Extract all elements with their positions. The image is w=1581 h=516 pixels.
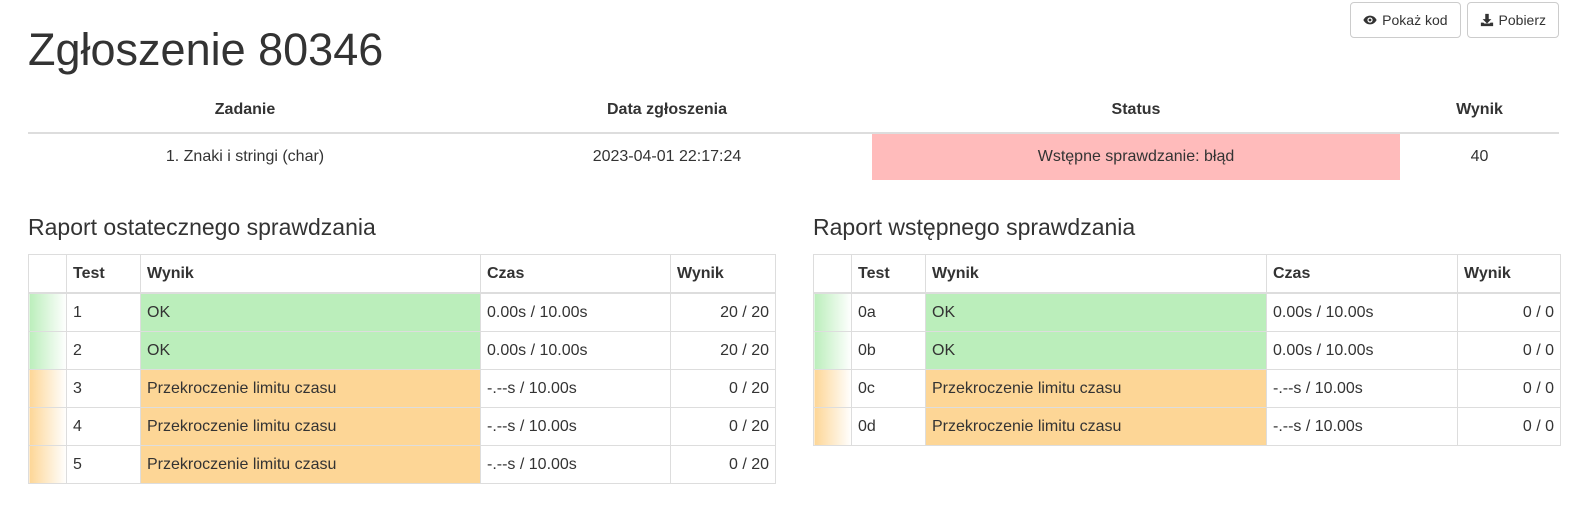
test-time: 0.00s / 10.00s (1266, 331, 1458, 370)
test-id: 5 (66, 445, 141, 484)
header-points: Wynik (1457, 254, 1561, 294)
test-row: 0a OK 0.00s / 10.00s 0 / 0 (813, 292, 1561, 332)
header-result: Wynik (925, 254, 1267, 294)
test-id: 0a (851, 292, 926, 332)
test-score: 0 / 20 (670, 407, 776, 446)
test-row: 0d Przekroczenie limitu czasu -.--s / 10.0… (813, 407, 1561, 446)
test-time: -.--s / 10.00s (1266, 407, 1458, 446)
test-result: OK (140, 331, 481, 370)
test-result: OK (925, 331, 1267, 370)
submission-summary-table: Zadanie Data zgłoszenia Status Wynik 1. … (28, 88, 1559, 180)
test-score: 20 / 20 (670, 331, 776, 370)
header-indicator (813, 254, 852, 294)
page-title: Zgłoszenie 80346 (28, 24, 384, 75)
header-time: Czas (1266, 254, 1458, 294)
test-row: 0b OK 0.00s / 10.00s 0 / 0 (813, 331, 1561, 370)
header-status: Status (872, 88, 1400, 134)
test-time: -.--s / 10.00s (480, 445, 671, 484)
header-test: Test (66, 254, 141, 294)
status-indicator (813, 407, 852, 446)
test-result: Przekroczenie limitu czasu (925, 407, 1267, 446)
test-result: OK (140, 292, 481, 332)
test-id: 0d (851, 407, 926, 446)
test-id: 3 (66, 369, 141, 408)
task-name: 1. Znaki i stringi (char) (28, 132, 462, 180)
status-indicator (28, 369, 67, 408)
header-score: Wynik (1400, 88, 1559, 134)
test-row: 0c Przekroczenie limitu czasu -.--s / 10.0… (813, 369, 1561, 408)
test-row: 4 Przekroczenie limitu czasu -.--s / 10.00… (28, 407, 776, 446)
total-score: 40 (1400, 132, 1559, 180)
header-test: Test (851, 254, 926, 294)
test-score: 0 / 20 (670, 369, 776, 408)
download-icon (1480, 13, 1493, 27)
status-indicator (28, 445, 67, 484)
download-button[interactable]: Pobierz (1466, 2, 1559, 38)
summary-row: 1. Znaki i stringi (char) 2023-04-01 22:… (28, 132, 1559, 180)
top-toolbar: Pokaż kod Pobierz (1350, 2, 1559, 38)
status-indicator (813, 331, 852, 370)
test-result: Przekroczenie limitu czasu (925, 369, 1267, 408)
test-result: Przekroczenie limitu czasu (140, 407, 481, 446)
header-task: Zadanie (28, 88, 462, 134)
download-label: Pobierz (1498, 12, 1546, 28)
final-report-title: Raport ostatecznego sprawdzania (28, 214, 376, 240)
status-indicator (28, 292, 67, 332)
test-row: 2 OK 0.00s / 10.00s 20 / 20 (28, 331, 776, 370)
test-score: 0 / 20 (670, 445, 776, 484)
status-indicator (28, 331, 67, 370)
header-points: Wynik (670, 254, 776, 294)
status-indicator (813, 369, 852, 408)
test-result: Przekroczenie limitu czasu (140, 445, 481, 484)
test-result: OK (925, 292, 1267, 332)
status-indicator (813, 292, 852, 332)
header-time: Czas (480, 254, 671, 294)
test-id: 4 (66, 407, 141, 446)
status-badge: Wstępne sprawdzanie: błąd (872, 132, 1400, 180)
header-date: Data zgłoszenia (462, 88, 872, 134)
show-code-button[interactable]: Pokaż kod (1350, 2, 1461, 38)
test-id: 0c (851, 369, 926, 408)
test-score: 0 / 0 (1457, 331, 1561, 370)
test-score: 0 / 0 (1457, 407, 1561, 446)
test-time: 0.00s / 10.00s (480, 331, 671, 370)
test-id: 1 (66, 292, 141, 332)
test-id: 2 (66, 331, 141, 370)
submission-date: 2023-04-01 22:17:24 (462, 132, 872, 180)
test-score: 0 / 0 (1457, 369, 1561, 408)
test-result: Przekroczenie limitu czasu (140, 369, 481, 408)
status-indicator (28, 407, 67, 446)
eye-icon (1363, 15, 1377, 25)
show-code-label: Pokaż kod (1382, 12, 1448, 28)
initial-report-title: Raport wstępnego sprawdzania (813, 214, 1136, 240)
test-row: 3 Przekroczenie limitu czasu -.--s / 10.00… (28, 369, 776, 408)
test-row: 1 OK 0.00s / 10.00s 20 / 20 (28, 292, 776, 332)
header-result: Wynik (140, 254, 481, 294)
header-indicator (28, 254, 67, 294)
test-id: 0b (851, 331, 926, 370)
test-score: 20 / 20 (670, 292, 776, 332)
initial-report-table: Test Wynik Czas Wynik 0a OK 0.00s / 10.00s… (813, 254, 1561, 446)
test-time: -.--s / 10.00s (1266, 369, 1458, 408)
test-time: 0.00s / 10.00s (480, 292, 671, 332)
test-time: 0.00s / 10.00s (1266, 292, 1458, 332)
test-time: -.--s / 10.00s (480, 369, 671, 408)
final-report-table: Test Wynik Czas Wynik 1 OK 0.00s / 10.00s 2… (28, 254, 776, 484)
test-score: 0 / 0 (1457, 292, 1561, 332)
test-time: -.--s / 10.00s (480, 407, 671, 446)
test-row: 5 Przekroczenie limitu czasu -.--s / 10.00… (28, 445, 776, 484)
